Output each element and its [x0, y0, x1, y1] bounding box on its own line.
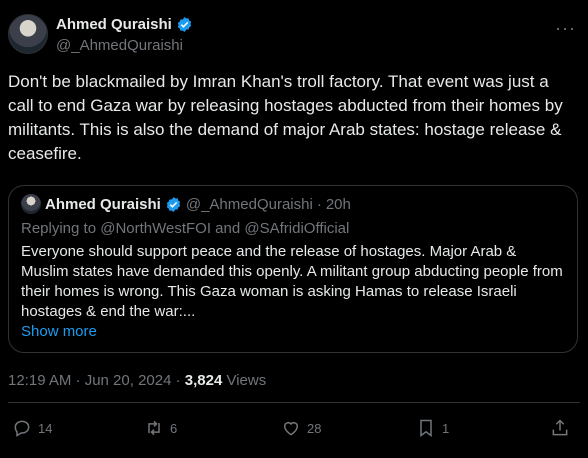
bookmark-button[interactable]: 1 [416, 418, 449, 438]
repost-button[interactable]: 6 [144, 418, 177, 438]
tweet-timestamp[interactable]: 12:19 AM · Jun 20, 2024 · [8, 372, 185, 389]
like-count: 28 [307, 420, 322, 436]
author-name-row: Ahmed Quraishi [56, 16, 193, 33]
repost-count: 6 [170, 420, 178, 436]
bookmark-icon [420, 419, 432, 437]
quoted-author-avatar [21, 194, 41, 214]
heart-icon [284, 422, 298, 436]
quoted-separator: · [316, 195, 322, 213]
tweet-text: Don't be blackmailed by Imran Khan's tro… [8, 72, 563, 163]
tweet-meta: 12:19 AM · Jun 20, 2024 · 3,824 Views [8, 372, 266, 389]
quoted-tweet-text: Everyone should support peace and the re… [21, 243, 563, 320]
like-button[interactable]: 28 [281, 418, 321, 438]
quoted-timestamp: 20h [325, 195, 351, 213]
bookmark-count: 1 [442, 420, 450, 436]
divider [8, 402, 580, 403]
action-bar: 14 6 28 1 [0, 418, 588, 446]
author-avatar[interactable] [8, 14, 48, 54]
verified-badge-icon [177, 17, 192, 32]
tweet-header: Ahmed Quraishi @_AhmedQuraishi ··· [8, 14, 580, 58]
more-options-icon[interactable]: ··· [555, 18, 576, 39]
author-handle[interactable]: @_AhmedQuraishi [56, 37, 183, 54]
share-icon [552, 419, 568, 436]
share-button[interactable] [550, 418, 570, 438]
author-name[interactable]: Ahmed Quraishi [56, 16, 172, 33]
quoted-author-name: Ahmed Quraishi [45, 195, 161, 213]
quoted-replying-to: Replying to @NorthWestFOI and @SAfridiOf… [21, 220, 350, 237]
quoted-tweet-header: Ahmed Quraishi @_AhmedQuraishi · 20h [21, 194, 351, 214]
quoted-tweet[interactable]: Ahmed Quraishi @_AhmedQuraishi · 20h Rep… [8, 185, 578, 353]
quoted-author-handle: @_AhmedQuraishi [185, 195, 313, 213]
reply-button[interactable]: 14 [12, 418, 52, 438]
views-label: Views [222, 372, 267, 389]
view-count: 3,824 [184, 372, 223, 389]
repost-icon [148, 420, 160, 436]
verified-badge-icon [166, 196, 181, 212]
reply-count: 14 [38, 420, 53, 436]
reply-icon [14, 420, 30, 437]
show-more-link[interactable]: Show more [21, 323, 97, 340]
